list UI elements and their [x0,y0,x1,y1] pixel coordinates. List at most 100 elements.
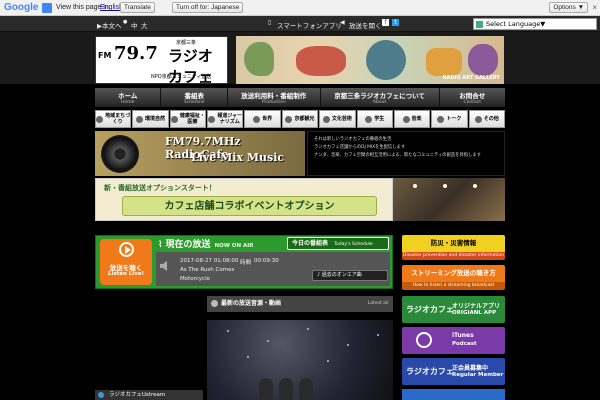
collab-title: カフェ店舗コラボイベントオプション [122,196,377,216]
category-navigation: 地域まちづくり 環境自然 健康福祉・医療 報道ジャーナリズム 世界 京都観光 文… [95,110,505,128]
collab-subtitle: 新・番組放送オプションスタート！ [104,184,216,192]
partial-tile[interactable] [402,389,505,400]
font-size-icon: ● [123,19,128,25]
light-dot [307,328,309,330]
ustream-header[interactable]: ラジオカフェUstream [95,390,203,400]
latest-label: Latest air [367,301,389,306]
light-dot [247,356,249,358]
original-app-tile[interactable]: ラジオカフェ オリジナルアプリ ORIGIANL APP [402,296,505,323]
member-sub: Regular Member [452,372,504,378]
volume-icon [158,259,178,279]
site-top-bar: ▶本文へ ● 中 大 ▯ スマートフォンアプリ ◀ 放送を聞く f t Sele… [0,16,600,32]
category-item[interactable]: 世界 [244,110,281,128]
nav-home[interactable]: ホーム Home [95,88,162,107]
todays-schedule-button[interactable]: 今日の番組表 Today's Schedule [287,237,389,250]
translate-button[interactable]: Translate [120,2,155,13]
category-icon [365,115,373,123]
member-logo: ラジオカフェ [406,366,454,376]
streaming-howto-button[interactable]: ストリーミング放送の聴き方 How to listen a streaming … [402,265,505,290]
banner-illustration [468,44,498,76]
past-label: 過去のオンエア曲 [321,272,362,278]
now-title-en: NOW ON AIR [214,243,254,249]
category-icon [253,115,261,123]
facebook-icon[interactable]: f [382,19,389,26]
play-icon [119,242,134,257]
stream-title: ストリーミング放送の聴き方 [402,265,505,282]
category-item[interactable]: トーク [431,110,468,128]
category-icon [322,115,330,123]
live-mix-description: それは新しいラジオカフェの番組の生活 ラジオカフェ店舗からのDJ MIXを生配信… [307,131,505,176]
category-item[interactable]: 地域まちづくり [95,110,132,128]
category-item[interactable]: 音楽 [393,110,431,128]
nav-sub: Schedule [183,100,205,105]
song-title: As The Rush Comes [180,267,235,273]
turntable-icon [101,135,139,173]
site-logo[interactable]: FM 79.7 京都三条 ラジオカフェ NPO京都コミュニティ放送 [95,36,228,86]
banner-illustration [244,42,274,76]
ustream-icon [98,392,104,398]
regular-member-tile[interactable]: ラジオカフェ 正会員募集中 Regular Member [402,358,505,385]
listen-live-button[interactable]: 放送を聴く Listen Live! [100,239,152,285]
category-label: 健康福祉・医療 [179,113,205,125]
app-logo: ラジオカフェ [406,304,454,314]
nav-production[interactable]: 放送利用料・番組制作 Production [228,88,321,107]
itunes-podcast-tile[interactable]: iTunes Podcast [402,327,505,354]
description-line: それは新しいラジオカフェの番組の生活 [314,137,392,142]
skip-to-content-link[interactable]: ▶本文へ [97,20,122,30]
live-mix-banner[interactable]: FM79.7MHz RadioCafe Live Mix Music [95,131,305,176]
light-dot [327,360,329,362]
category-item[interactable]: 環境自然 [132,110,169,128]
options-button[interactable]: Options ▼ [549,2,588,13]
category-label: 京都観光 [294,116,315,122]
category-item[interactable]: 京都観光 [281,110,319,128]
nav-label: お問合せ [459,92,486,100]
category-label: 文化芸術 [331,116,352,122]
category-item[interactable]: その他 [468,110,505,128]
category-label: 環境自然 [145,116,166,122]
banner-illustration [296,46,346,76]
font-size-large[interactable]: 大 [141,20,148,30]
category-label: その他 [483,116,499,122]
banner-illustration [366,40,406,80]
antenna-icon: ⌇ [158,240,166,250]
close-icon[interactable]: × [592,3,597,12]
logo-name: ラジオカフェ [168,47,214,86]
nav-sub: About [372,100,387,105]
category-icon [136,115,144,123]
past-onair-button[interactable]: ♪ 過去のオンエア曲 [312,270,388,281]
category-item[interactable]: 文化芸術 [319,110,356,128]
listen-link[interactable]: 放送を聞く [349,20,382,30]
nav-schedule[interactable]: 番組表 Schedule [161,88,228,107]
itunes-sub: Podcast [452,341,477,347]
category-item[interactable]: 健康福祉・医療 [169,110,207,128]
disaster-sub: Disaster prevention and disaster informa… [402,252,505,260]
nav-sub: Production [261,100,286,105]
category-item[interactable]: 報道ジャーナリズム [207,110,244,128]
select-language-dropdown[interactable]: Select Language▼ [473,18,597,30]
artist-name: Motorcycle [180,276,210,282]
category-label: 地域まちづくり [105,113,131,125]
category-label: 報道ジャーナリズム [217,113,243,125]
media-video[interactable] [207,320,393,400]
category-icon [170,115,178,123]
description-line: ラジオカフェ店舗からのDJ MIXを生配信します [314,145,406,150]
category-label: 世界 [262,116,273,122]
collab-option-banner[interactable]: 新・番組放送オプションスタート！ カフェ店舗コラボイベントオプション [95,178,393,221]
banner-line2: Live Mix Music [191,151,285,164]
category-item[interactable]: 学生 [356,110,393,128]
font-size-medium[interactable]: 中 [131,20,138,30]
art-gallery-banner[interactable]: RADIO ART GALLERY [236,36,504,84]
nav-label: 番組表 [184,92,204,100]
twitter-icon[interactable]: t [392,19,399,26]
nav-sub: Home [121,100,135,105]
smartphone-app-link[interactable]: スマートフォンアプリ [277,20,342,30]
nav-contact[interactable]: お問合せ Contact [440,88,505,107]
disaster-info-button[interactable]: 防災・災害情報 Disaster prevention and disaster… [402,235,505,260]
today-label: 今日の番組表 [292,240,329,247]
nav-about[interactable]: 京都三条ラジオカフェについて About [321,88,440,107]
now-title-jp: 現在の放送 [165,240,211,250]
turn-off-button[interactable]: Turn off for: Japanese [172,2,244,13]
performer [259,378,273,400]
nav-sub: Contact [463,100,482,105]
category-icon [208,115,216,123]
